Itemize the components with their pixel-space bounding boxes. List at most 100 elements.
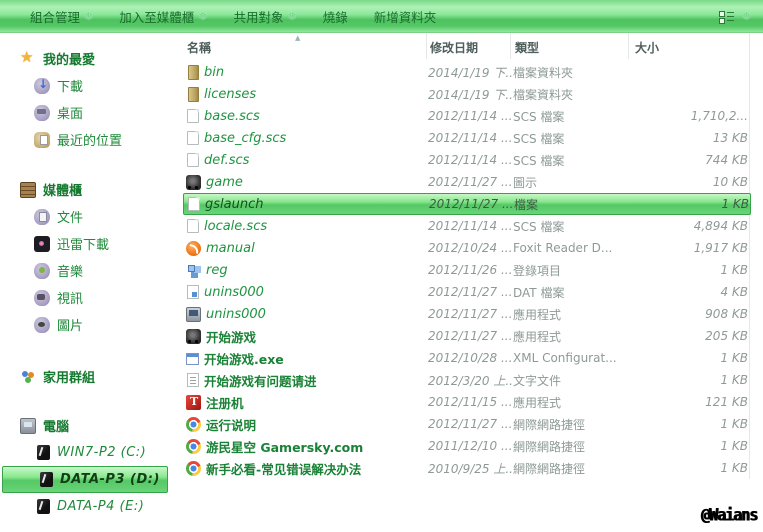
file-name: reg (206, 262, 228, 278)
file-row-18[interactable]: 新手必看-常见错误解决办法 2010/9/25 上... 網際網路捷徑 1 KB (183, 457, 751, 479)
libraries-icon (20, 181, 36, 198)
file-row-13[interactable]: 开始游戏.exe 2012/10/28 ... XML Configurat..… (183, 347, 751, 369)
sidebar-item-documents[interactable]: 文件 (0, 203, 183, 230)
file-row-6[interactable]: gslaunch 2012/11/27 ... 檔案 1 KB (183, 193, 751, 215)
file-name: unins000 (204, 284, 264, 300)
desktop-icon (34, 104, 50, 121)
toolbar-button-share-with[interactable]: 共用對象 ❅ (233, 7, 296, 26)
chrome-icon (186, 416, 201, 432)
videos-icon (34, 289, 50, 306)
column-header-date[interactable]: 修改日期 (428, 39, 513, 56)
file-size: 1 KB (721, 197, 749, 211)
reg-icon (186, 263, 201, 278)
thunder-icon (34, 235, 50, 252)
file-name: def.scs (204, 152, 250, 168)
sidebar-item-desktop[interactable]: 桌面 (0, 99, 183, 126)
file-size: 1,710,2... (690, 109, 748, 123)
file-type: 檔案 (514, 197, 539, 212)
sidebar-item-downloads[interactable]: 下載 (0, 72, 183, 99)
file-icon (187, 219, 199, 233)
file-name: 开始游戏 (206, 329, 257, 345)
file-name: 运行说明 (206, 417, 257, 433)
file-row-10[interactable]: unins000 2012/11/27 ... DAT 檔案 4 KB (183, 281, 751, 303)
file-row-15[interactable]: 注册机 2012/11/15 ... 應用程式 121 KB (183, 391, 751, 413)
sidebar-item-drive-d[interactable]: DATA-P3 (D:) (2, 466, 168, 493)
keygen-icon (186, 394, 201, 410)
folder-icon (188, 64, 199, 80)
file-date: 2014/1/19 下... (428, 87, 513, 102)
file-type: 網際網路捷徑 (513, 417, 586, 432)
drive-icon (40, 472, 53, 487)
file-size: 10 KB (712, 175, 748, 189)
file-type: DAT 檔案 (513, 285, 565, 300)
file-date: 2012/11/27 ... (428, 307, 513, 321)
dat-icon (187, 285, 199, 299)
file-row-16[interactable]: 运行说明 2012/11/27 ... 網際網路捷徑 1 KB (183, 413, 751, 435)
file-rows: bin 2014/1/19 下... 檔案資料夾 licenses 2014/1… (183, 61, 763, 479)
sidebar-item-libraries[interactable]: 媒體櫃 (0, 176, 183, 203)
column-divider[interactable] (426, 33, 427, 59)
file-size: 1 KB (720, 461, 748, 475)
list-view-icon[interactable] (718, 10, 734, 24)
column-header-size[interactable]: 大小 (631, 39, 751, 56)
truck-icon (186, 328, 201, 344)
file-row-2[interactable]: base.scs 2012/11/14 ... SCS 檔案 1,710,2..… (183, 105, 751, 127)
file-name: 新手必看-常见错误解决办法 (206, 461, 362, 477)
file-row-1[interactable]: licenses 2014/1/19 下... 檔案資料夾 (183, 83, 751, 105)
file-date: 2012/11/14 ... (428, 153, 513, 167)
sidebar-item-homegroup[interactable]: 家用群組 (0, 363, 183, 390)
file-row-11[interactable]: unins000 2012/11/27 ... 應用程式 908 KB (183, 303, 751, 325)
view-dropdown-icon[interactable]: ❅ (742, 11, 751, 22)
sidebar-item-music[interactable]: 音樂 (0, 257, 183, 284)
file-date: 2012/3/20 上... (428, 373, 513, 388)
chrome-icon (186, 438, 201, 454)
download-icon (34, 77, 50, 94)
file-row-7[interactable]: locale.scs 2012/11/14 ... SCS 檔案 4,894 K… (183, 215, 751, 237)
file-row-3[interactable]: base_cfg.scs 2012/11/14 ... SCS 檔案 13 KB (183, 127, 751, 149)
file-name: licenses (204, 86, 257, 102)
toolbar-button-add-to-library[interactable]: 加入至媒體櫃 ❅ (119, 7, 207, 26)
sidebar-item-recent-places[interactable]: 最近的位置 (0, 126, 183, 153)
sidebar-item-pictures[interactable]: 圖片 (0, 311, 183, 338)
file-row-0[interactable]: bin 2014/1/19 下... 檔案資料夾 (183, 61, 751, 83)
file-name: game (206, 174, 243, 190)
sidebar-item-thunder-downloads[interactable]: 迅雷下載 (0, 230, 183, 257)
file-size: 744 KB (705, 153, 748, 167)
file-row-8[interactable]: manual 2012/10/24 ... Foxit Reader D... … (183, 237, 751, 259)
file-name: unins000 (206, 306, 266, 322)
sidebar-item-drive-e[interactable]: DATA-P4 (E:) (0, 493, 183, 520)
column-divider[interactable] (510, 33, 511, 59)
toolbar-button-burn[interactable]: 燒錄 (323, 7, 348, 26)
file-row-4[interactable]: def.scs 2012/11/14 ... SCS 檔案 744 KB (183, 149, 751, 171)
file-size: 908 KB (705, 307, 748, 321)
file-size: 121 KB (705, 395, 748, 409)
sidebar-item-computer[interactable]: 電腦 (0, 412, 183, 439)
file-size: 1 KB (720, 373, 748, 387)
file-row-9[interactable]: reg 2012/11/26 ... 登錄項目 1 KB (183, 259, 751, 281)
file-name: bin (204, 64, 225, 80)
file-row-17[interactable]: 游民星空 Gamersky.com 2011/12/10 ... 網際網路捷徑 … (183, 435, 751, 457)
column-header-type[interactable]: 類型 (513, 39, 631, 56)
toolbar-button-organize[interactable]: 組合管理 ❅ (30, 7, 93, 26)
file-date: 2012/11/15 ... (428, 395, 513, 409)
file-date: 2012/11/27 ... (428, 329, 513, 343)
truck-icon (186, 174, 201, 190)
window-body: 我的最愛 下載 桌面 最近的位置 媒體櫃 文件 迅雷下載 音樂 視訊 圖片 家用… (0, 33, 763, 532)
column-header-name[interactable]: 名稱 (183, 39, 428, 56)
file-row-12[interactable]: 开始游戏 2012/11/27 ... 應用程式 205 KB (183, 325, 751, 347)
sidebar-item-favorites[interactable]: 我的最愛 (0, 45, 183, 72)
sidebar-item-drive-c[interactable]: WIN7-P2 (C:) (0, 439, 183, 466)
recent-icon (34, 131, 50, 148)
file-row-5[interactable]: game 2012/11/27 ... 圖示 10 KB (183, 171, 751, 193)
column-divider[interactable] (628, 33, 629, 59)
folder-icon (188, 86, 199, 102)
file-type: SCS 檔案 (513, 219, 565, 234)
music-icon (34, 262, 50, 279)
column-headers: 名稱 修改日期 類型 大小 (183, 33, 763, 479)
file-type: SCS 檔案 (513, 153, 565, 168)
toolbar-button-new-folder[interactable]: 新增資料夾 (374, 7, 437, 26)
file-row-14[interactable]: 开始游戏有问题请进 2012/3/20 上... 文字文件 1 KB (183, 369, 751, 391)
file-type: 應用程式 (513, 307, 562, 322)
sidebar-item-videos[interactable]: 視訊 (0, 284, 183, 311)
file-type: 應用程式 (513, 329, 562, 344)
